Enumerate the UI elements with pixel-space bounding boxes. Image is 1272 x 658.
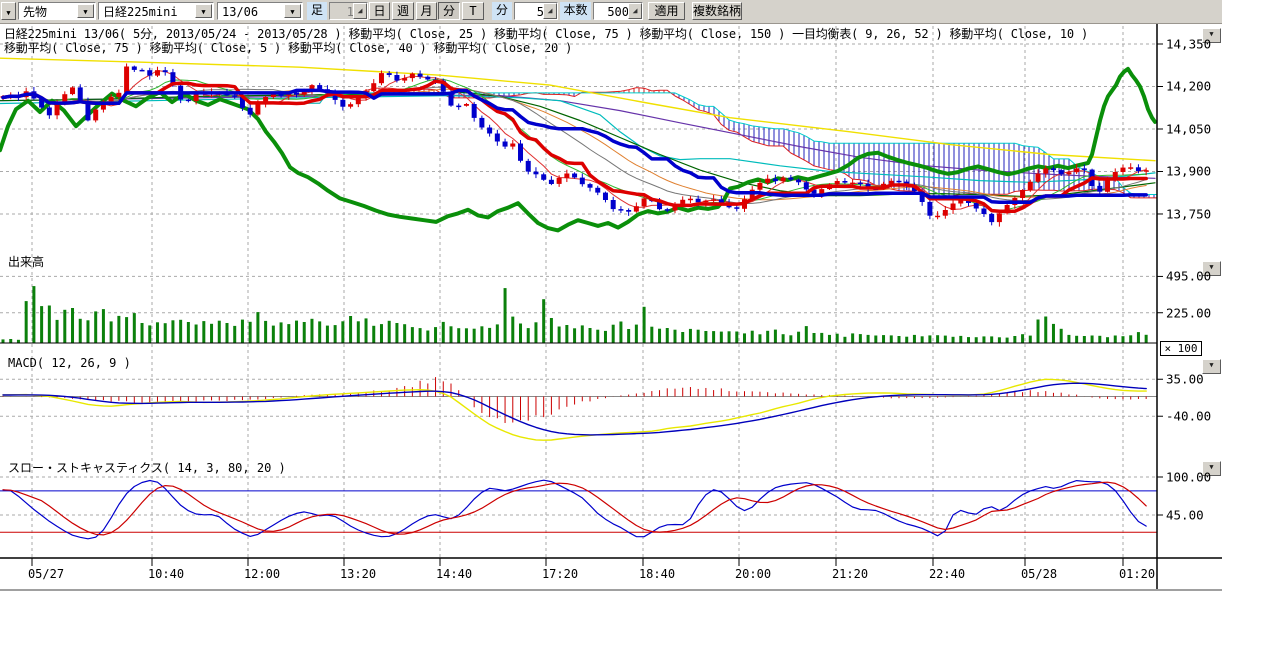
x-axis-label: 10:40 <box>148 567 184 581</box>
x-axis-label: 14:40 <box>436 567 472 581</box>
x-axis-label: 05/28 <box>1021 567 1057 581</box>
x-axis-label: 21:20 <box>832 567 868 581</box>
price-axis-label: 14,050 <box>1166 121 1211 136</box>
macd-panel-label: MACD( 12, 26, 9 ) <box>8 356 131 370</box>
volume-multiplier-badge: × 100 <box>1160 341 1202 356</box>
x-axis-label: 22:40 <box>929 567 965 581</box>
stoch-axis-label: 100.00 <box>1166 470 1211 485</box>
chevron-down-icon: ▼ <box>1209 361 1213 369</box>
price-axis-label: 14,350 <box>1166 37 1211 52</box>
price-axis-label: 14,200 <box>1166 79 1211 94</box>
x-axis-label: 01:20 <box>1119 567 1155 581</box>
macd-axis-label: 35.00 <box>1166 372 1204 387</box>
macd-axis-label: -40.00 <box>1166 409 1211 424</box>
x-axis-label: 13:20 <box>340 567 376 581</box>
volume-panel-label: 出来高 <box>8 253 44 270</box>
price-axis-label: 13,750 <box>1166 206 1211 221</box>
volume-axis-label: 225.00 <box>1166 305 1211 320</box>
x-axis-label: 05/27 <box>28 567 64 581</box>
volume-axis-label: 495.00 <box>1166 269 1211 284</box>
x-axis-label: 12:00 <box>244 567 280 581</box>
x-axis-label: 17:20 <box>542 567 578 581</box>
chart-canvas[interactable] <box>0 0 1272 658</box>
chart-application-window: ▼ 先物 ▼ 日経225mini ▼ 13/06 ▼ 足 1 ◢ 日 週 月 分… <box>0 0 1272 658</box>
price-axis-label: 13,900 <box>1166 164 1211 179</box>
macd-panel-dropdown-button[interactable]: ▼ <box>1202 359 1221 374</box>
stochastics-panel-label: スロー・ストキャスティクス( 14, 3, 80, 20 ) <box>8 459 286 476</box>
x-axis-label: 20:00 <box>735 567 771 581</box>
x-axis-label: 18:40 <box>639 567 675 581</box>
stoch-axis-label: 45.00 <box>1166 508 1204 523</box>
